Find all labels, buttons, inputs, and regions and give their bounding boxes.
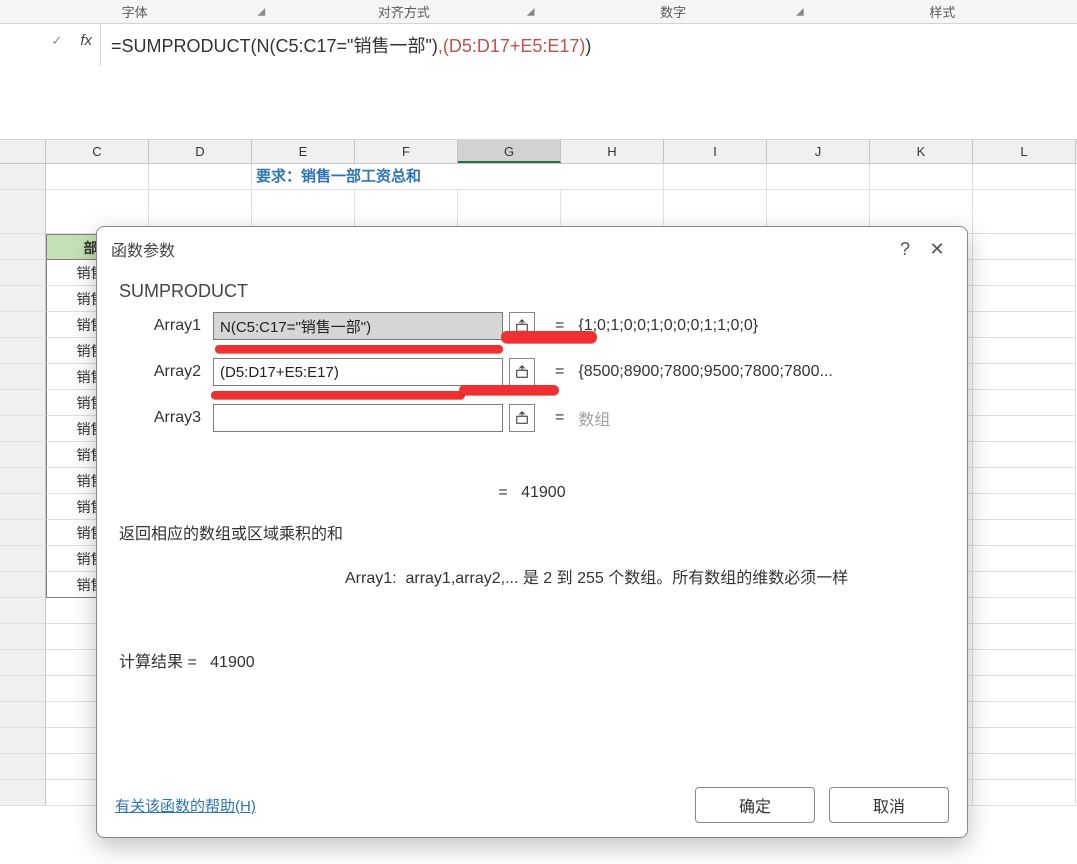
formula-text: =SUMPRODUCT(: [111, 36, 257, 56]
function-description: 返回相应的数组或区域乘积的和: [119, 520, 949, 544]
calc-result-label: 计算结果 =: [119, 654, 197, 671]
arg-input-array1[interactable]: [213, 312, 503, 340]
ribbon-group-font[interactable]: 字体◢: [0, 2, 269, 21]
ribbon-group-style[interactable]: 样式: [808, 2, 1077, 21]
help-icon[interactable]: ?: [889, 239, 921, 260]
arg-label: Array1: [115, 317, 213, 335]
argument-description: Array1: array1,array2,... 是 2 到 255 个数组。…: [345, 564, 949, 588]
arg-label: Array3: [115, 409, 213, 427]
column-header-J[interactable]: J: [767, 140, 870, 163]
close-icon[interactable]: ✕: [921, 239, 953, 260]
fx-icon[interactable]: fx: [80, 32, 92, 49]
dialog-title: 函数参数: [111, 237, 175, 261]
formula-arg2: (D5:D17+E5:E17): [443, 36, 586, 56]
annotation-mark: [211, 391, 465, 399]
calc-result-value: 41900: [210, 654, 255, 671]
arg-input-array3[interactable]: [213, 404, 503, 432]
function-arguments-dialog: 函数参数 ? ✕ SUMPRODUCT Array1 = {1;0;1;0;0;1;…: [96, 226, 968, 838]
arg-input-array2[interactable]: [213, 358, 503, 386]
dialog-launcher-icon[interactable]: ◢: [796, 6, 804, 17]
arg-row-array3: Array3 = 数组: [115, 404, 949, 432]
formula-input[interactable]: =SUMPRODUCT(N(C5:C17="销售一部"),(D5:D17+E5:…: [100, 24, 1077, 66]
column-header-L[interactable]: L: [973, 140, 1076, 163]
column-header-K[interactable]: K: [870, 140, 973, 163]
annotation-mark: [215, 345, 503, 353]
ok-button[interactable]: 确定: [695, 787, 815, 823]
column-header-G[interactable]: G: [458, 140, 561, 163]
range-selector-icon[interactable]: [509, 358, 535, 386]
column-header-F[interactable]: F: [355, 140, 458, 163]
equals-sign: =: [555, 363, 564, 381]
annotation-mark: [501, 331, 597, 343]
arg-result: {1;0;1;0;0;1;0;0;0;1;1;0;0}: [578, 317, 758, 335]
dialog-launcher-icon[interactable]: ◢: [258, 6, 266, 17]
column-headers: CDEFGHIJKL: [0, 140, 1077, 164]
column-header-I[interactable]: I: [664, 140, 767, 163]
title-cell: 要求：销售一部工资总和: [252, 164, 561, 190]
column-header-E[interactable]: E: [252, 140, 355, 163]
ribbon-group-number[interactable]: 数字◢: [539, 2, 808, 21]
ribbon-group-align[interactable]: 对齐方式◢: [269, 2, 538, 21]
annotation-mark: [459, 385, 559, 395]
arg-row-array2: Array2 = {8500;8900;7800;9500;7800;7800...: [115, 358, 949, 386]
arg-result: {8500;8900;7800;9500;7800;7800...: [578, 363, 832, 381]
arg-label: Array2: [115, 363, 213, 381]
formula-bar: ✓ fx =SUMPRODUCT(N(C5:C17="销售一部"),(D5:D1…: [0, 24, 1077, 140]
equals-sign: =: [498, 484, 507, 501]
cancel-button[interactable]: 取消: [829, 787, 949, 823]
column-header-H[interactable]: H: [561, 140, 664, 163]
column-header-D[interactable]: D: [149, 140, 252, 163]
range-selector-icon[interactable]: [509, 404, 535, 432]
equals-sign: =: [555, 409, 564, 427]
function-name: SUMPRODUCT: [119, 281, 949, 302]
column-header-C[interactable]: C: [46, 140, 149, 163]
help-link[interactable]: 有关该函数的帮助(H): [115, 795, 256, 816]
ribbon-groups: 字体◢ 对齐方式◢ 数字◢ 样式: [0, 0, 1077, 24]
function-result: 41900: [521, 484, 566, 501]
formula-suffix: ): [585, 36, 591, 56]
formula-arg1: N(C5:C17="销售一部"): [257, 36, 438, 56]
dialog-launcher-icon[interactable]: ◢: [527, 6, 535, 17]
check-icon[interactable]: ✓: [51, 33, 62, 49]
arg-result: 数组: [578, 406, 610, 430]
